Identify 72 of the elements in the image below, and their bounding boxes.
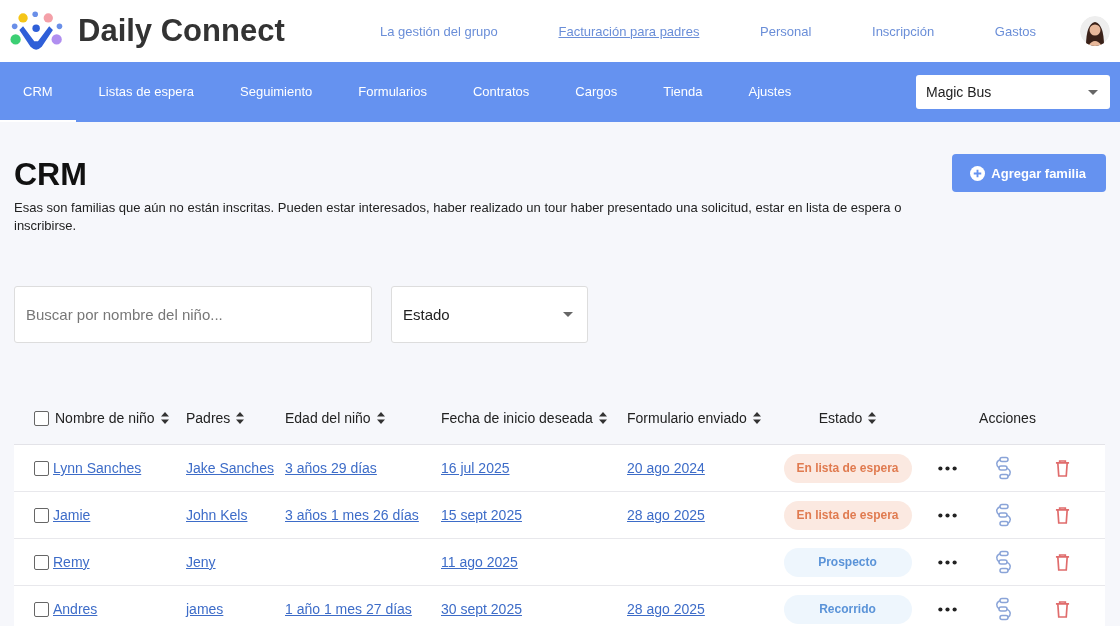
add-family-button[interactable]: Agregar familia — [952, 154, 1106, 192]
column-header: Estado — [818, 410, 863, 426]
status-badge: En lista de espera — [783, 453, 912, 483]
status-badge: En lista de espera — [783, 500, 912, 530]
sort-icon[interactable] — [160, 412, 169, 424]
trash-icon[interactable] — [1055, 600, 1070, 618]
checkbox[interactable] — [34, 554, 49, 570]
nav-tab[interactable]: Contratos — [449, 62, 553, 122]
nav-tab[interactable]: Tienda — [640, 62, 726, 122]
checkbox[interactable] — [34, 601, 49, 617]
avatar[interactable] — [1080, 16, 1110, 46]
nav-tab[interactable]: Listas de espera — [75, 62, 217, 122]
trash-icon[interactable] — [1055, 553, 1070, 571]
child-name-link[interactable]: Andres — [53, 601, 98, 617]
checkbox[interactable] — [34, 410, 49, 426]
checkbox[interactable] — [34, 460, 49, 476]
sort-icon[interactable] — [868, 412, 877, 424]
parent-link[interactable]: Jeny — [186, 554, 216, 570]
start-date-link[interactable]: 15 sept 2025 — [441, 507, 522, 523]
parent-link[interactable]: John Kels — [186, 507, 248, 523]
form-date-link[interactable]: 20 ago 2024 — [627, 460, 705, 476]
column-header: Nombre de niño — [55, 410, 155, 426]
start-date-link[interactable]: 30 sept 2025 — [441, 601, 522, 617]
top-nav-link[interactable]: Gastos — [994, 23, 1036, 39]
sort-icon[interactable] — [236, 412, 245, 424]
column-header: Fecha de inicio deseada — [441, 410, 593, 426]
start-date-link[interactable]: 11 ago 2025 — [441, 554, 518, 570]
sort-icon[interactable] — [598, 412, 607, 424]
top-nav-link[interactable]: Facturación para padres — [558, 23, 700, 39]
top-nav-link[interactable]: Personal — [760, 23, 812, 39]
top-nav-link[interactable]: Inscripción — [872, 23, 935, 39]
status-select[interactable]: Estado — [391, 286, 588, 343]
start-date-link[interactable]: 16 jul 2025 — [441, 460, 510, 476]
child-name-link[interactable]: Remy — [53, 554, 90, 570]
age-link[interactable]: 1 año 1 mes 27 días — [285, 601, 412, 617]
school-select[interactable]: Magic Bus — [916, 75, 1110, 109]
brand-name: Daily Connect — [78, 13, 285, 49]
top-nav-link[interactable]: La gestión del grupo — [380, 23, 498, 39]
nav-tab[interactable]: Seguimiento — [217, 62, 336, 122]
parent-link[interactable]: james — [186, 601, 224, 617]
child-name-link[interactable]: Jamie — [53, 507, 91, 523]
page-description: Esas son familias que aún no están inscritas. Pueden estar interesados, haber realizado un tour haber presentado una solicitud, estar en lista de espera o inscribirse. — [14, 199, 903, 235]
nav-tab[interactable]: Ajustes — [725, 62, 815, 122]
plus-icon — [970, 165, 986, 181]
sort-icon[interactable] — [376, 412, 385, 424]
column-header: Edad del niño — [285, 410, 371, 426]
search-field[interactable]: Buscar por nombre del niño... — [14, 286, 372, 343]
parent-link[interactable]: Jake Sanches — [186, 460, 274, 476]
caret-icon — [563, 312, 573, 317]
nav-tab[interactable]: Cargos — [552, 62, 641, 122]
more-icon[interactable] — [938, 559, 957, 565]
page-title: CRM — [14, 156, 87, 193]
status-badge: Recorrido — [783, 594, 912, 624]
column-header: Padres — [186, 410, 231, 426]
more-icon[interactable] — [938, 606, 957, 612]
age-link[interactable]: 3 años 1 mes 26 días — [285, 507, 419, 523]
more-icon[interactable] — [938, 465, 957, 471]
form-date-link[interactable]: 28 ago 2025 — [627, 601, 705, 617]
caret-icon — [1088, 89, 1098, 95]
form-date-link[interactable]: 28 ago 2025 — [627, 507, 705, 523]
sort-icon[interactable] — [752, 412, 761, 424]
child-name-link[interactable]: Lynn Sanches — [53, 460, 142, 476]
trash-icon[interactable] — [1055, 506, 1070, 524]
nav-tab[interactable]: Formularios — [335, 62, 450, 122]
status-badge: Prospecto — [783, 547, 912, 577]
column-header: Acciones — [979, 410, 1036, 426]
more-icon[interactable] — [938, 512, 957, 518]
age-link[interactable]: 3 años 29 días — [285, 460, 377, 476]
nav-tab[interactable]: CRM — [0, 62, 76, 122]
trash-icon[interactable] — [1055, 459, 1070, 477]
column-header: Formulario enviado — [627, 410, 747, 426]
checkbox[interactable] — [34, 507, 49, 523]
